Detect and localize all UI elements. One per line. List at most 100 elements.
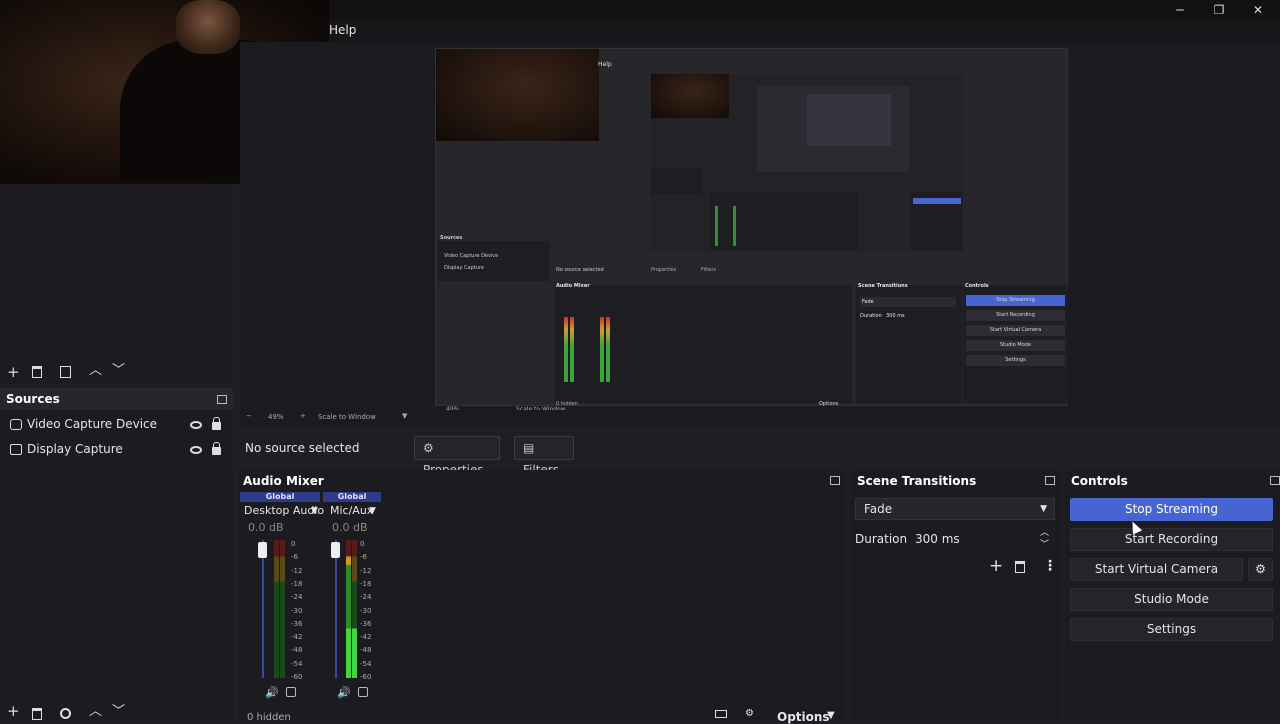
move-down-icon[interactable]: ﹀ (112, 363, 125, 379)
lock-icon[interactable] (212, 417, 221, 430)
virtual-camera-settings-button[interactable]: ⚙ (1248, 558, 1273, 581)
scenes-panel (0, 184, 233, 384)
settings-button[interactable]: Settings (1070, 618, 1273, 641)
db-scale-label: -24 (291, 593, 303, 602)
filters-button[interactable]: ▤ Filters (514, 436, 574, 477)
move-down-icon[interactable]: ﹀ (112, 704, 125, 720)
nested-help: Help (598, 61, 612, 68)
mixer-footer: 0 hidden ⚙ Options ▼ (237, 708, 846, 724)
nested-options: Options (819, 401, 839, 407)
nested-inner-sources (651, 168, 703, 194)
nested-transitions: Scene Transitions Fade Duration 300 ms (856, 283, 962, 403)
volume-slider-handle[interactable] (258, 542, 267, 558)
gear-icon: ⚙ (1255, 562, 1266, 576)
nested-no-source: No source selected (556, 267, 604, 273)
scene-filter-icon[interactable] (60, 366, 71, 378)
duration-spinbox[interactable]: 300 ms ︿ ﹀ (909, 528, 1055, 550)
transitions-title: Scene Transitions (857, 474, 977, 488)
transition-select[interactable]: Fade ▼ (855, 498, 1055, 520)
db-scale-label: -60 (291, 673, 303, 681)
spin-down-icon[interactable]: ﹀ (1040, 534, 1049, 556)
global-tag: Global (240, 492, 320, 502)
db-scale-label: -54 (291, 659, 303, 668)
nested-inner-capture (651, 74, 963, 252)
db-scale-label: -48 (360, 646, 372, 655)
zoom-in-icon[interactable]: + (300, 412, 306, 420)
db-scale-label: -12 (360, 566, 372, 575)
speaker-icon[interactable]: 🔊 (337, 686, 351, 699)
gear-icon[interactable] (60, 708, 71, 719)
move-up-icon[interactable]: ︿ (89, 704, 102, 720)
more-options-icon[interactable]: ⋮ (1043, 558, 1057, 574)
zoom-out-icon[interactable]: − (246, 412, 252, 420)
nested-webcam (436, 49, 599, 141)
nested-preview (651, 74, 963, 252)
nested-record-button: Start Recording (966, 310, 1065, 321)
source-item-video-capture[interactable]: Video Capture Device (0, 412, 233, 437)
add-scene-icon[interactable]: + (7, 364, 20, 380)
advanced-settings-icon[interactable]: ⚙ (745, 708, 754, 719)
minimize-button[interactable]: ─ (1169, 2, 1191, 18)
mixer-options-button[interactable]: Options (777, 710, 830, 724)
db-scale-label: -30 (360, 606, 372, 615)
nested-inner-controls (911, 192, 963, 250)
nested-obs-capture: Help Sources Video Capture Device Displa… (435, 48, 1068, 413)
nested-filters: Filters (701, 267, 716, 273)
nested-hidden: 0 hidden (556, 401, 578, 407)
trash-icon[interactable] (1015, 561, 1025, 573)
nested-fade: Fade (860, 297, 956, 307)
eye-icon[interactable] (190, 446, 202, 454)
layout-icon[interactable] (715, 710, 727, 718)
restore-button[interactable]: ❐ (1208, 2, 1230, 18)
nested-meter (564, 317, 568, 382)
db-scale-label: -48 (291, 646, 303, 655)
float-dock-icon[interactable] (1270, 476, 1280, 485)
properties-button[interactable]: ⚙ Properties (414, 436, 500, 477)
float-dock-icon[interactable] (217, 395, 227, 404)
add-source-icon[interactable]: + (7, 703, 20, 719)
nested-mixer: Audio Mixer (554, 283, 852, 403)
source-item-display-capture[interactable]: Display Capture (0, 437, 233, 462)
menu-help[interactable]: Help (329, 23, 356, 37)
channel-name-mic[interactable]: Mic/Aux (330, 504, 373, 517)
channel-settings-icon[interactable] (358, 687, 368, 697)
duration-value: 300 ms (915, 532, 960, 546)
studio-mode-button[interactable]: Studio Mode (1070, 588, 1273, 611)
nested-inner-meter (733, 206, 736, 246)
nested-sources-title: Sources (440, 235, 463, 241)
float-dock-icon[interactable] (830, 476, 840, 485)
scale-mode-chevron-icon: ▼ (402, 412, 408, 420)
add-transition-icon[interactable]: + (989, 556, 1003, 576)
start-virtual-camera-button[interactable]: Start Virtual Camera (1070, 558, 1243, 581)
channel-menu-icon[interactable]: ▼ (369, 506, 376, 516)
speaker-icon[interactable]: 🔊 (265, 686, 279, 699)
trash-icon[interactable] (32, 366, 42, 378)
close-button[interactable]: ✕ (1247, 2, 1269, 18)
db-scale-label: -18 (291, 579, 303, 588)
source-label: Video Capture Device (27, 417, 158, 431)
nested-settings-button: Settings (966, 355, 1065, 366)
channel-settings-icon[interactable] (286, 687, 296, 697)
lock-icon[interactable] (212, 442, 221, 455)
channel-menu-icon[interactable]: ▼ (311, 506, 318, 516)
audio-meter (280, 540, 285, 678)
float-dock-icon[interactable] (1045, 476, 1055, 485)
scene-transitions-dock: Scene Transitions Fade ▼ Duration 300 ms… (851, 470, 1061, 720)
nested-transitions-title: Scene Transitions (858, 283, 908, 289)
start-recording-button[interactable]: Start Recording (1070, 528, 1273, 551)
stop-streaming-button[interactable]: Stop Streaming (1070, 498, 1273, 521)
move-up-icon[interactable]: ︿ (89, 363, 102, 379)
db-scale-label: -60 (360, 673, 372, 681)
db-scale-label: -36 (360, 619, 372, 628)
trash-icon[interactable] (32, 708, 42, 720)
db-scale-label: 0 (360, 540, 365, 548)
eye-icon[interactable] (190, 421, 202, 429)
channel-level-mic: 0.0 dB (332, 521, 368, 534)
duration-label: Duration (855, 532, 908, 546)
nested-vcam-button: Start Virtual Camera (966, 325, 1065, 336)
scale-mode-select[interactable]: Scale to Window (318, 413, 376, 421)
db-scale-label: -42 (360, 633, 372, 642)
volume-slider-handle[interactable] (331, 542, 340, 558)
source-label: Display Capture (27, 442, 123, 456)
audio-meter (274, 540, 279, 678)
